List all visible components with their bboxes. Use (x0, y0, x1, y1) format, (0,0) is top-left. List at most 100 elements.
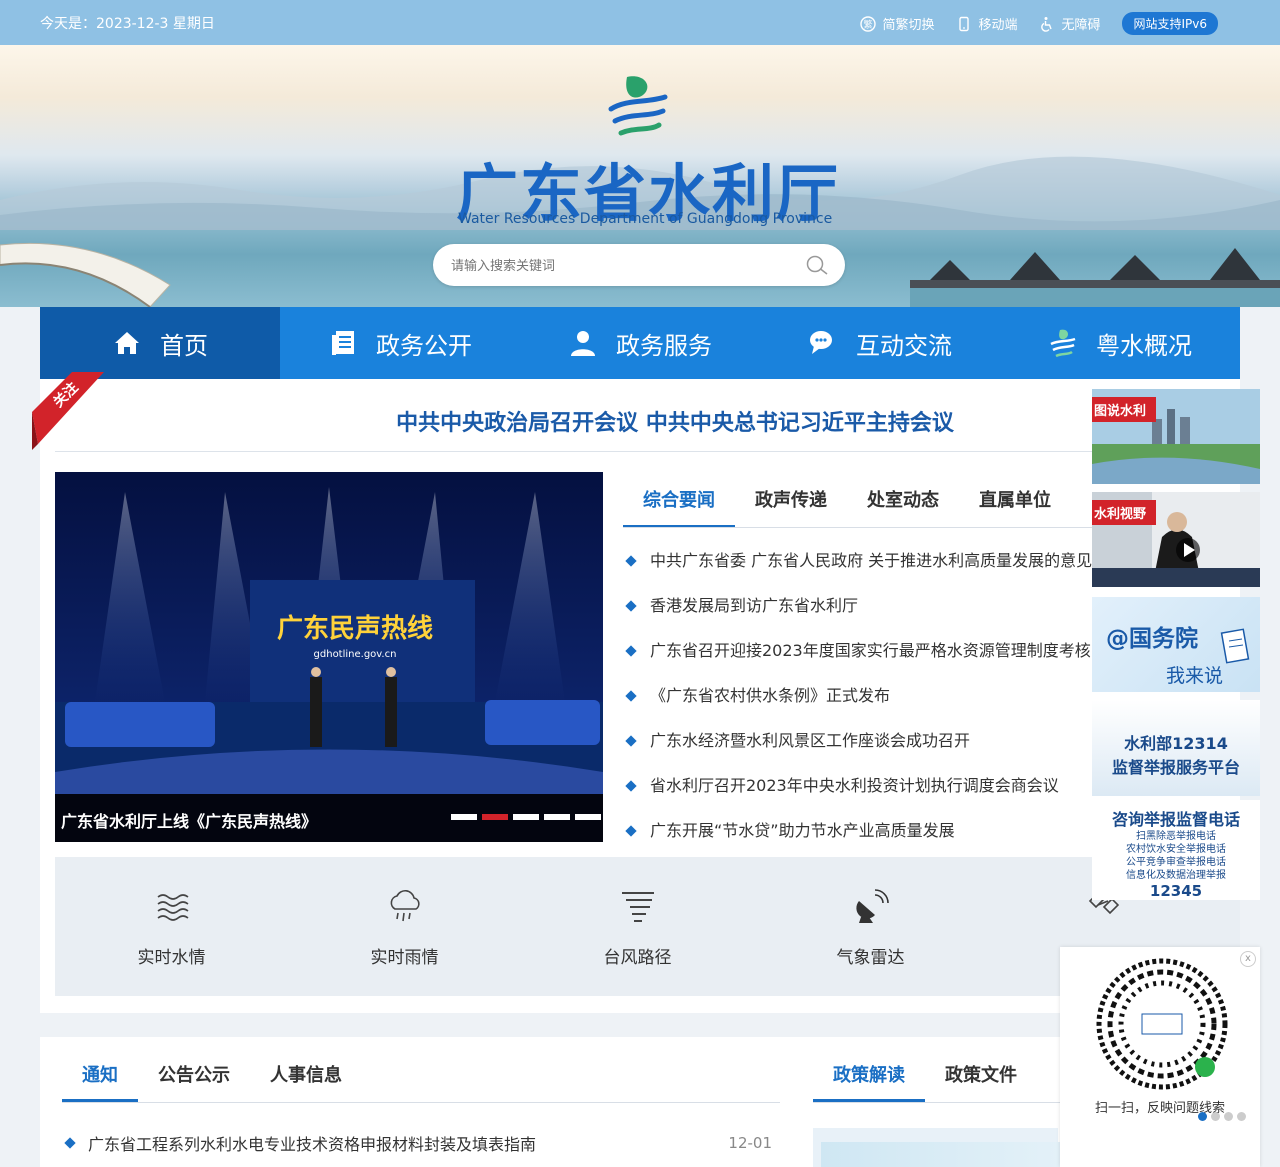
policy-tabs: 政策解读 政策文件 (813, 1058, 1037, 1102)
policy-banner[interactable] (813, 1128, 1209, 1167)
quick-link-typhoon[interactable]: 台风路径 (521, 857, 754, 996)
news-carousel[interactable]: 广东民声热线 gdhotline.gov.cn 广东省水利厅上线《广东民声热线》 (55, 472, 603, 842)
carousel-caption-bar: 广东省水利厅上线《广东民声热线》 (55, 794, 603, 842)
gwy-banner[interactable]: @国务院 我来说 (1092, 597, 1260, 692)
quick-link-label: 气象雷达 (836, 948, 905, 968)
notice-date: 12-01 (728, 1134, 772, 1152)
search-box (433, 244, 845, 286)
mobile-link[interactable]: 移动端 (956, 14, 1017, 33)
carousel-url-text: gdhotline.gov.cn (314, 649, 397, 660)
gwy-icon (1220, 628, 1250, 664)
bullet-icon (625, 689, 637, 702)
top-links: 繁 简繁切换 移动端 无障碍 网站支持IPv6 (860, 12, 1218, 35)
pavilions-illustration (910, 248, 1280, 307)
news-tabs: 综合要闻 政声传递 处室动态 直属单位 (623, 480, 1071, 528)
carousel-caption[interactable]: 广东省水利厅上线《广东民声热线》 (61, 808, 317, 832)
nav-item-overview[interactable]: 粤水概况 (1000, 307, 1240, 379)
news-title: 广东水经济暨水利风景区工作座谈会成功召开 (650, 730, 971, 750)
tab-notices[interactable]: 通知 (62, 1058, 138, 1102)
search-input[interactable] (451, 255, 781, 275)
accessibility-link[interactable]: 无障碍 (1039, 14, 1100, 33)
tab-affiliated-units[interactable]: 直属单位 (959, 480, 1071, 528)
bridge-illustration (0, 242, 171, 307)
pager-dot[interactable] (1224, 1112, 1233, 1121)
carousel-dot[interactable] (544, 814, 570, 820)
header-banner: 广东省水利厅 Water Resources Department of Gua… (0, 45, 1280, 307)
translate-link[interactable]: 繁 简繁切换 (860, 14, 934, 33)
tab-department-news[interactable]: 处室动态 (847, 480, 959, 528)
list-item[interactable]: 广东水经济暨水利风景区工作座谈会成功召开 (623, 718, 1093, 763)
news-title: 广东开展“节水贷”助力节水产业高质量发展 (650, 820, 955, 840)
bullet-icon (64, 1137, 76, 1149)
report-title: 水利部12314 (1124, 734, 1228, 753)
nav-label: 粤水概况 (1096, 331, 1192, 360)
carousel-dot[interactable] (575, 814, 601, 820)
qr-pager (1198, 1112, 1246, 1121)
hotline-title: 咨询举报监督电话 (1111, 810, 1240, 829)
current-date: 今天是：2023-12-3 星期日 (40, 16, 215, 32)
user-icon (571, 331, 595, 356)
search-icon[interactable] (805, 254, 831, 276)
tab-policy-voice[interactable]: 政声传递 (735, 480, 847, 528)
list-item[interactable]: 广东省召开迎接2023年度国家实行最严格水资源管理制度考核 (623, 628, 1093, 673)
carousel-dot[interactable] (513, 814, 539, 820)
carousel-screen-text: 广东民声热线 (277, 613, 433, 644)
carousel-dot[interactable] (451, 814, 477, 820)
mobile-icon (959, 16, 970, 31)
notice-tabs: 通知 公告公示 人事信息 (62, 1058, 362, 1102)
gwy-sub: 我来说 (1166, 665, 1224, 687)
tab-personnel[interactable]: 人事信息 (250, 1058, 362, 1102)
radar-icon (855, 889, 889, 923)
pager-dot[interactable] (1211, 1112, 1220, 1121)
news-title: 香港发展局到访广东省水利厅 (650, 595, 859, 615)
close-icon[interactable]: x (1240, 951, 1256, 967)
list-item[interactable]: 广东省工程系列水利水电专业技术资格申报材料封装及填表指南 12-01 (62, 1128, 772, 1158)
list-item[interactable]: 中共广东省委 广东省人民政府 关于推进水利高质量发展的意见 (623, 538, 1093, 583)
nav-label: 政务服务 (616, 331, 712, 360)
divider (62, 1102, 780, 1103)
quick-link-water-level[interactable]: 实时水情 (55, 857, 288, 996)
list-item[interactable]: 香港发展局到访广东省水利厅 (623, 583, 1093, 628)
report-platform-banner[interactable]: 水利部12314 监督举报服务平台 (1092, 700, 1260, 796)
tab-policy-interpretation[interactable]: 政策解读 (813, 1058, 925, 1102)
divider (55, 451, 1130, 452)
pager-dot[interactable] (1198, 1112, 1207, 1121)
nav-item-home[interactable]: 首页 (40, 307, 280, 379)
shiye-card[interactable]: 水利视野 (1092, 492, 1260, 587)
nav-item-services[interactable]: 政务服务 (520, 307, 760, 379)
hotline-banner[interactable]: 咨询举报监督电话 扫黑除恶举报电话 农村饮水安全举报电话 公平竞争审查举报电话 … (1092, 800, 1260, 900)
tab-announcements[interactable]: 公告公示 (138, 1058, 250, 1102)
quick-link-rainfall[interactable]: 实时雨情 (288, 857, 521, 996)
site-logo (608, 76, 668, 136)
accessibility-icon (1041, 16, 1053, 32)
tushuo-card[interactable]: 图说水利 (1092, 389, 1260, 484)
nav-item-interaction[interactable]: 互动交流 (760, 307, 1000, 379)
hotline-number: 12345 (1149, 882, 1203, 900)
hotline-line: 农村饮水安全举报电话 (1126, 844, 1226, 855)
tab-policy-documents[interactable]: 政策文件 (925, 1058, 1037, 1102)
list-item[interactable]: 省水利厅召开2023年中央水利投资计划执行调度会商会议 (623, 763, 1093, 808)
nav-label: 首页 (160, 331, 208, 360)
quick-link-label: 实时水情 (137, 948, 206, 968)
quick-link-label: 台风路径 (603, 948, 672, 968)
ipv6-badge[interactable]: 网站支持IPv6 (1122, 12, 1218, 35)
carousel-dots (451, 814, 601, 820)
pager-dot[interactable] (1237, 1112, 1246, 1121)
water-level-icon (157, 894, 188, 921)
document-icon (332, 331, 354, 355)
qr-popup: x 扫一扫，反映问题线索 (1060, 947, 1260, 1167)
nav-item-gov-affairs[interactable]: 政务公开 (280, 307, 520, 379)
bullet-icon (625, 734, 637, 747)
tab-general-news[interactable]: 综合要闻 (623, 480, 735, 528)
nav-label: 政务公开 (376, 331, 472, 360)
list-item[interactable]: 《广东省农村供水条例》正式发布 (623, 673, 1093, 718)
list-item[interactable]: 广东开展“节水贷”助力节水产业高质量发展 (623, 808, 1093, 853)
notice-title: 广东省工程系列水利水电专业技术资格申报材料封装及填表指南 (88, 1135, 537, 1154)
carousel-image: 广东民声热线 gdhotline.gov.cn (55, 472, 603, 794)
main-nav: 首页 政务公开 政务服务 互动交流 粤水概况 (40, 307, 1240, 379)
quick-link-radar[interactable]: 气象雷达 (754, 857, 987, 996)
shiye-tag: 水利视野 (1092, 500, 1157, 525)
bullet-icon (625, 824, 637, 837)
nav-label: 互动交流 (856, 331, 952, 360)
carousel-dot[interactable] (482, 814, 508, 820)
